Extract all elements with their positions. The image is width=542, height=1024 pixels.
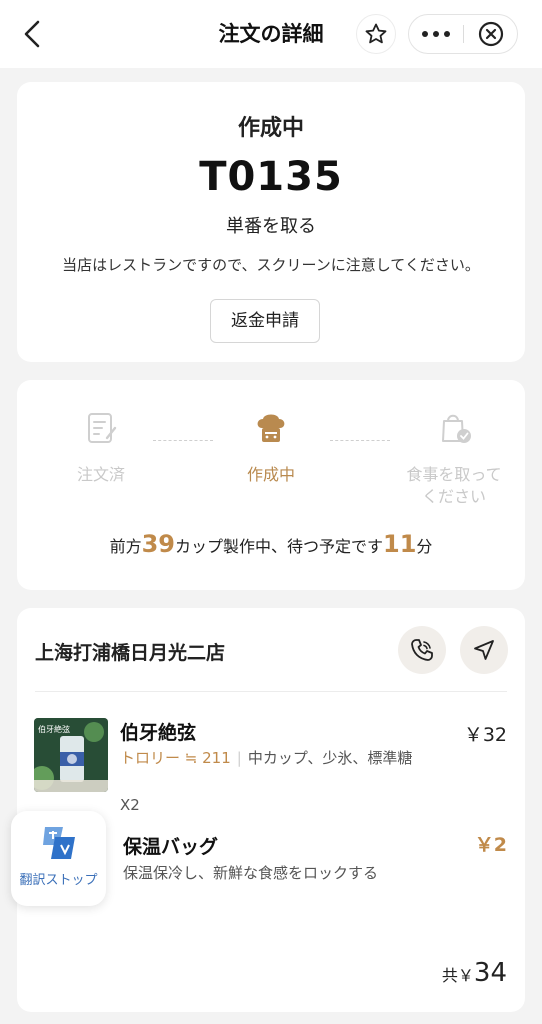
progress-step-making: 作成中 [201,408,341,486]
product-photo: 伯牙絶弦 [34,718,108,792]
store-notice: 当店はレストランですので、スクリーンに注意してください。 [62,256,480,274]
bag-name: 保温バッグ [123,836,219,858]
call-store-button[interactable] [398,626,446,674]
progress-step-ordered: 注文済 [31,408,171,486]
translate-stop-button[interactable]: 翻訳ストップ [11,811,106,906]
more-button[interactable] [409,15,463,53]
item-price: ￥32 [463,724,507,746]
item-quantity: X2 [120,796,140,814]
store-name: 上海打浦橋日月光二店 [35,642,226,664]
progress-connector [330,440,390,441]
order-status-title: 作成中 [237,116,304,141]
order-total: 共￥34 [442,958,507,988]
order-form-icon [88,413,117,443]
divider [35,691,507,692]
order-status-card: 作成中 T0135 単番を取る 当店はレストランですので、スクリーンに注意してく… [17,82,525,362]
back-button[interactable] [18,18,50,50]
progress-step-pickup: 食事を取って ください [384,408,524,508]
bag-description: 保温保冷し、新鮮な食感をロックする [123,864,379,882]
queue-status: 前方39カップ製作中、待つ予定です11分 [17,530,525,558]
queue-prefix: 前方 [109,537,142,556]
queue-middle: カップ製作中、待つ予定です [174,537,383,556]
cups-ahead-count: 39 [141,530,175,558]
mini-program-capsule [408,14,518,54]
wait-minutes: 11 [383,530,417,558]
favorite-button[interactable] [356,14,396,54]
refund-request-button[interactable]: 返金申請 [210,299,320,343]
progress-step-label: 注文済 [76,465,125,484]
item-name: 伯牙絶弦 [120,722,197,744]
chevron-left-icon [24,20,40,48]
translate-icon [43,827,75,859]
meta-separator: | [236,749,242,767]
progress-step-label: 食事を取って ください [406,465,502,506]
pickup-label: 単番を取る [226,216,316,237]
item-options-text: 中カップ、少氷、標準糖 [247,749,413,767]
navigate-button[interactable] [460,626,508,674]
order-items-card: 上海打浦橋日月光二店 伯牙絶弦 伯牙絶弦 ￥32 トロリー ≒ 211 | 中カ… [17,608,525,1012]
order-progress-card: 注文済 作成中 食事を取って ください 前方39カップ製作中、待つ予定です11分 [17,380,525,590]
item-trolley: トロリー ≒ 211 [120,749,231,767]
total-label: 共￥ [441,966,474,985]
progress-step-label: 作成中 [246,465,295,484]
close-circle-icon [478,21,504,47]
more-dots-icon [422,31,450,37]
close-button[interactable] [465,15,517,53]
translate-stop-label: 翻訳ストップ [19,873,98,888]
product-image: 伯牙絶弦 [34,718,108,792]
item-options: トロリー ≒ 211 | 中カップ、少氷、標準糖 [120,748,420,769]
nav-bar: 注文の詳細 [0,0,542,68]
shopping-bag-check-icon [442,414,471,443]
bag-price: ￥2 [474,834,507,856]
phone-icon [411,639,433,661]
navigation-arrow-icon [474,640,494,660]
chef-hat-icon [257,414,285,442]
queue-suffix: 分 [416,537,433,556]
order-detail-page: 注文の詳細 作成中 T0135 単番を取る 当店はレストランですので、スクリーン… [0,0,542,1024]
star-icon [365,23,387,44]
product-photo-caption: 伯牙絶弦 [38,724,70,734]
capsule-divider [463,25,464,43]
order-number: T0135 [199,154,343,200]
total-amount: 34 [473,958,507,988]
